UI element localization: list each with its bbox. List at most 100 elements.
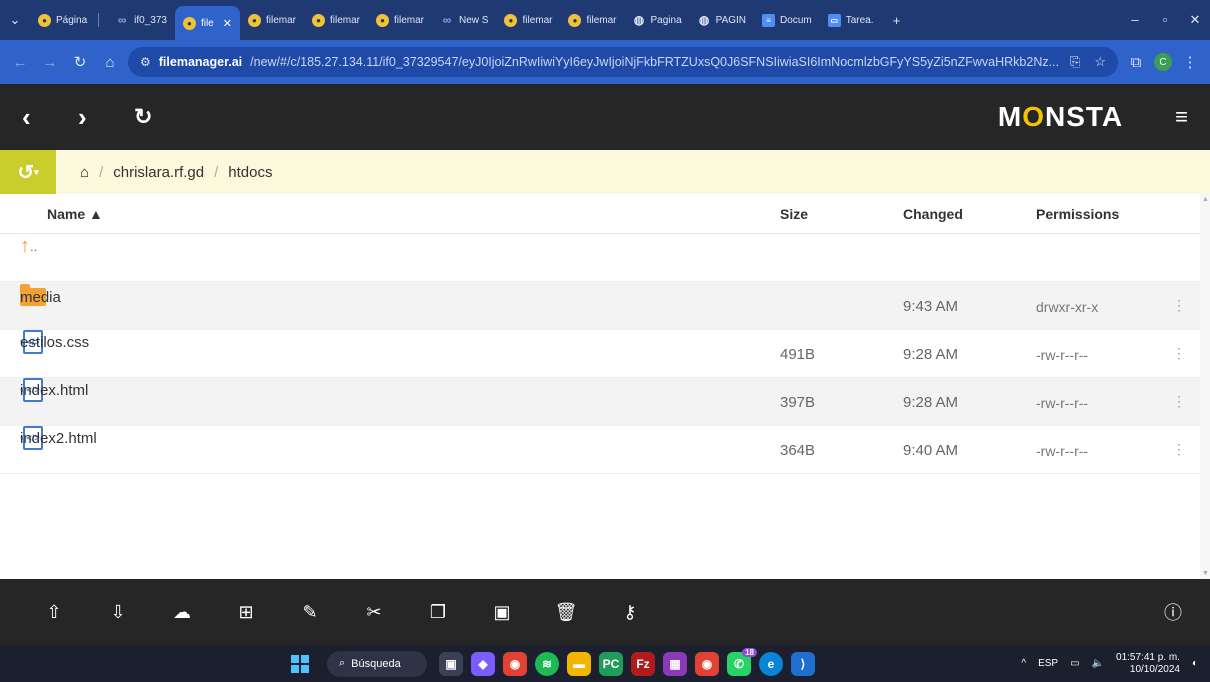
file-name[interactable]: media xyxy=(20,289,61,306)
column-header-permissions[interactable]: Permissions xyxy=(1036,206,1119,222)
translate-icon[interactable]: ⎘ xyxy=(1070,54,1080,70)
reload-icon[interactable]: ↻ xyxy=(68,53,92,71)
home-icon[interactable]: ⌂ xyxy=(80,164,89,181)
table-row[interactable]: </> ▾ index.html 397B 9:28 AM -rw-r--r--… xyxy=(0,378,1200,426)
minimize-icon[interactable]: – xyxy=(1120,12,1150,28)
restore-icon[interactable]: ▫ xyxy=(1150,12,1180,28)
windows-start-icon[interactable] xyxy=(291,654,309,673)
forward-chevron-icon[interactable]: › xyxy=(78,102,134,133)
browser-tab[interactable]: ● Página xyxy=(30,0,107,40)
copilot-icon[interactable]: ◆ xyxy=(471,651,495,676)
more-options-icon[interactable]: ⋮ xyxy=(1172,441,1186,458)
browser-tab[interactable]: ● filemar xyxy=(496,0,560,40)
browser-tab-active[interactable]: ● file ✕ xyxy=(174,6,240,40)
bookmark-star-icon[interactable]: ☆ xyxy=(1094,54,1106,70)
taskbar-search[interactable]: ⌕ Búsqueda xyxy=(327,650,427,677)
more-options-icon[interactable]: ⋮ xyxy=(1172,297,1186,314)
tab-label: filemar xyxy=(394,14,425,26)
refresh-icon[interactable]: ↻ xyxy=(134,104,190,130)
browser-menu-icon[interactable]: ⋮ xyxy=(1178,53,1202,71)
browser-tab[interactable]: ◍ Pagina xyxy=(625,0,690,40)
tab-search-chevron-icon[interactable]: ⌄ xyxy=(0,12,30,28)
file-size: 491B xyxy=(780,346,816,363)
browser-tab[interactable]: ● filemar xyxy=(304,0,368,40)
cloud-download-icon[interactable]: ☁ xyxy=(150,602,214,623)
browser-tab[interactable]: ≡ Docum xyxy=(754,0,820,40)
vertical-scrollbar[interactable]: ▲ ▼ xyxy=(1200,194,1210,579)
browser-tab[interactable]: ● filemar xyxy=(368,0,432,40)
forward-arrow-icon[interactable]: → xyxy=(38,54,62,71)
edit-icon[interactable]: ✎ xyxy=(278,602,342,623)
trash-icon[interactable]: 🗑 xyxy=(534,602,598,623)
breadcrumb-item-current[interactable]: htdocs xyxy=(228,164,272,181)
cut-icon[interactable]: ✂ xyxy=(342,602,406,623)
more-options-icon[interactable]: ⋮ xyxy=(1172,345,1186,362)
file-name[interactable]: index.html xyxy=(20,382,88,399)
extensions-icon[interactable]: ⧉ xyxy=(1124,54,1148,71)
close-tab-icon[interactable]: ✕ xyxy=(223,17,232,30)
history-dropdown-button[interactable]: ↺ ▾ xyxy=(0,150,56,194)
profile-avatar[interactable]: C xyxy=(1154,53,1172,71)
parent-directory-row[interactable]: ↑ .. xyxy=(0,234,1200,282)
task-view-icon[interactable]: ▣ xyxy=(439,651,463,676)
column-header-changed[interactable]: Changed xyxy=(903,206,963,222)
copy-icon[interactable]: ❐ xyxy=(406,602,470,623)
back-arrow-icon[interactable]: ← xyxy=(8,54,32,71)
more-options-icon[interactable]: ⋮ xyxy=(1172,393,1186,410)
chrome-icon[interactable]: ◉ xyxy=(503,651,527,676)
table-row[interactable]: ▾ media 9:43 AM drwxr-xr-x ⋮ xyxy=(0,282,1200,330)
browser-tab[interactable]: ∞ if0_373 xyxy=(107,0,175,40)
edge-icon[interactable]: e xyxy=(759,651,783,676)
new-tab-icon[interactable]: + xyxy=(882,13,912,28)
scroll-down-icon[interactable]: ▼ xyxy=(1202,570,1209,577)
download-icon[interactable]: ⇩ xyxy=(86,602,150,623)
browser-tab[interactable]: ◍ PAGIN xyxy=(690,0,754,40)
scroll-up-icon[interactable]: ▲ xyxy=(1202,196,1209,203)
winrar-icon[interactable]: ▦ xyxy=(663,651,687,676)
file-name[interactable]: index2.html xyxy=(20,430,97,447)
file-explorer-icon[interactable]: ▬ xyxy=(567,651,591,676)
notifications-icon[interactable]: ◐ xyxy=(1192,658,1198,669)
permissions-key-icon[interactable]: ⚷ xyxy=(598,602,662,623)
paste-icon[interactable]: ▣ xyxy=(470,602,534,623)
home-icon[interactable]: ⌂ xyxy=(98,54,122,71)
filezilla-icon[interactable]: Fz xyxy=(631,651,655,676)
file-name[interactable]: estilos.css xyxy=(20,334,89,351)
chrome-profile-icon[interactable]: ◉ xyxy=(695,651,719,676)
url-field[interactable]: ⚙ filemanager.ai/new/#/c/185.27.134.11/i… xyxy=(128,47,1118,77)
site-settings-icon[interactable]: ⚙ xyxy=(140,55,151,69)
language-indicator[interactable]: ESP xyxy=(1038,658,1058,669)
tab-label: if0_373 xyxy=(134,14,167,26)
clock[interactable]: 01:57:41 p. m. 10/10/2024 xyxy=(1116,652,1180,676)
column-header-size[interactable]: Size xyxy=(780,206,808,222)
spotify-icon[interactable]: ≋ xyxy=(535,651,559,676)
browser-tab[interactable]: ∞ New S xyxy=(432,0,496,40)
breadcrumb-item[interactable]: chrislara.rf.gd xyxy=(113,164,204,181)
new-item-icon[interactable]: ⊞ xyxy=(214,602,278,623)
tab-label: Tarea. xyxy=(845,14,874,26)
close-window-icon[interactable]: ✕ xyxy=(1180,12,1210,28)
file-changed: 9:40 AM xyxy=(903,442,959,459)
pycharm-icon[interactable]: PC xyxy=(599,651,623,676)
slides-icon: ▭ xyxy=(827,13,841,27)
docs-icon: ≡ xyxy=(762,13,776,27)
volume-icon[interactable]: 🔈 xyxy=(1092,658,1104,669)
tab-label: filemar xyxy=(522,14,553,26)
browser-tab[interactable]: ● filemar xyxy=(240,0,304,40)
vscode-icon[interactable]: ⟩ xyxy=(791,651,815,676)
hamburger-menu-icon[interactable]: ≡ xyxy=(1175,104,1188,130)
tab-label: filemar xyxy=(265,14,296,26)
chevron-up-icon[interactable]: ^ xyxy=(1021,658,1026,669)
back-chevron-icon[interactable]: ‹ xyxy=(22,102,78,133)
network-icon[interactable]: ▭ xyxy=(1070,658,1079,669)
table-row[interactable]: </> ▾ estilos.css 491B 9:28 AM -rw-r--r-… xyxy=(0,330,1200,378)
column-header-name[interactable]: Name ▲ xyxy=(47,206,103,222)
upload-icon[interactable]: ⇧ xyxy=(22,602,86,623)
table-row[interactable]: </> ▾ index2.html 364B 9:40 AM -rw-r--r-… xyxy=(0,426,1200,474)
browser-tab[interactable]: ▭ Tarea. xyxy=(820,0,882,40)
infinity-icon: ∞ xyxy=(442,13,452,27)
info-icon[interactable]: ⓘ xyxy=(1158,599,1188,625)
chevron-down-icon: ▾ xyxy=(34,166,39,177)
browser-tab[interactable]: ● filemar xyxy=(560,0,624,40)
whatsapp-icon[interactable]: ✆ 18 xyxy=(727,647,757,676)
